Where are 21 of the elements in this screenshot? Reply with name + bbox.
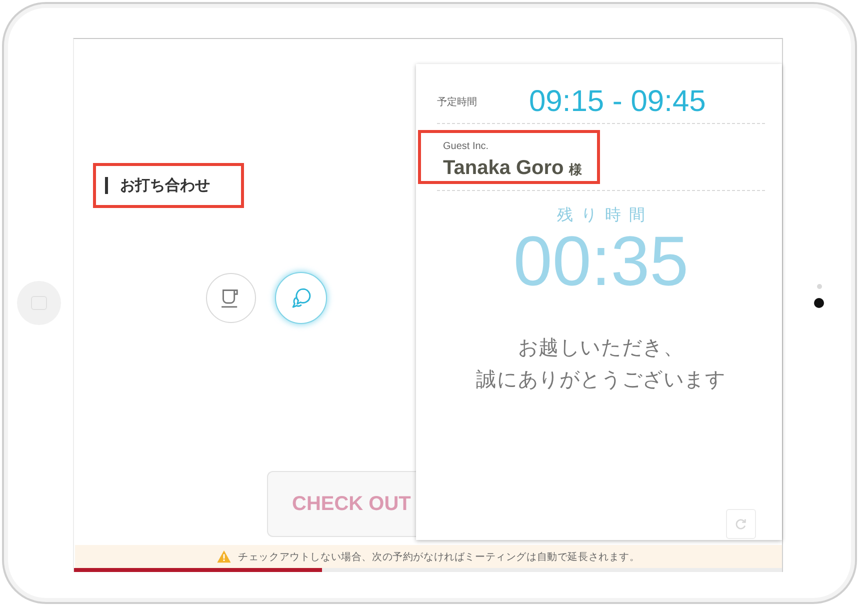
speech-bubbles-icon <box>291 288 311 308</box>
cup-button[interactable] <box>206 273 256 323</box>
guest-company: Guest Inc. <box>443 141 490 153</box>
cup-icon <box>221 288 241 308</box>
home-button[interactable] <box>16 281 60 325</box>
thank-you-message: お越しいただき、 <box>518 336 684 361</box>
remaining-label: 残り時間 <box>556 206 653 226</box>
schedule-time: 09:15 - 09:45 <box>529 85 706 119</box>
refresh-button[interactable] <box>726 509 756 539</box>
meeting-title: お打ち合わせ <box>105 177 210 194</box>
schedule-label: 予定時間 <box>437 96 478 109</box>
thank-you-message: 誠にありがとうございます <box>476 368 726 393</box>
chat-button[interactable] <box>275 272 327 324</box>
guest-name: Tanaka Goro <box>443 156 564 180</box>
sensor-icon <box>816 284 822 289</box>
camera-icon <box>814 298 824 308</box>
honorific: 様 <box>568 161 582 179</box>
notice-text: チェックアウトしない場合、次の予約がなければミーティングは自動で延長されます。 <box>238 550 640 564</box>
circular-arrow-icon <box>734 517 748 531</box>
remaining-time: 00:35 <box>513 226 689 296</box>
warning-icon <box>217 550 232 563</box>
